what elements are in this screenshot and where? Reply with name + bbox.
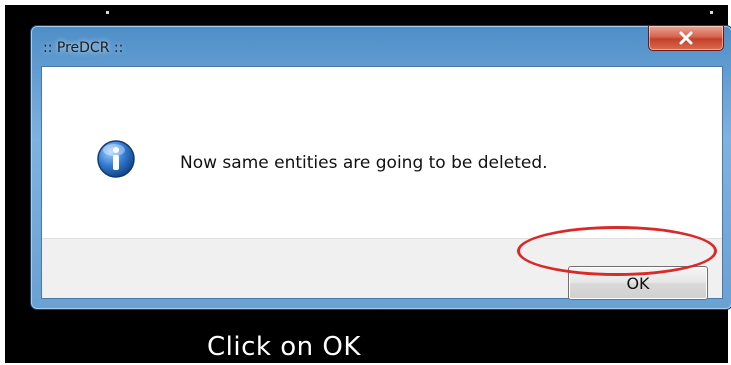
info-icon: [97, 140, 135, 178]
close-icon: [679, 31, 693, 45]
screenshot-background: :: PreDCR :: Now same entities are going…: [5, 5, 731, 363]
dialog-message: Now same entities are going to be delete…: [180, 153, 548, 173]
corner-marker: [106, 11, 109, 14]
message-area: Now same entities are going to be delete…: [42, 67, 722, 238]
corner-marker: [710, 11, 713, 14]
window-title: :: PreDCR ::: [43, 40, 124, 56]
instruction-caption: Click on OK: [207, 332, 361, 362]
close-button[interactable]: [648, 26, 724, 51]
ok-highlight-circle: [517, 226, 717, 276]
